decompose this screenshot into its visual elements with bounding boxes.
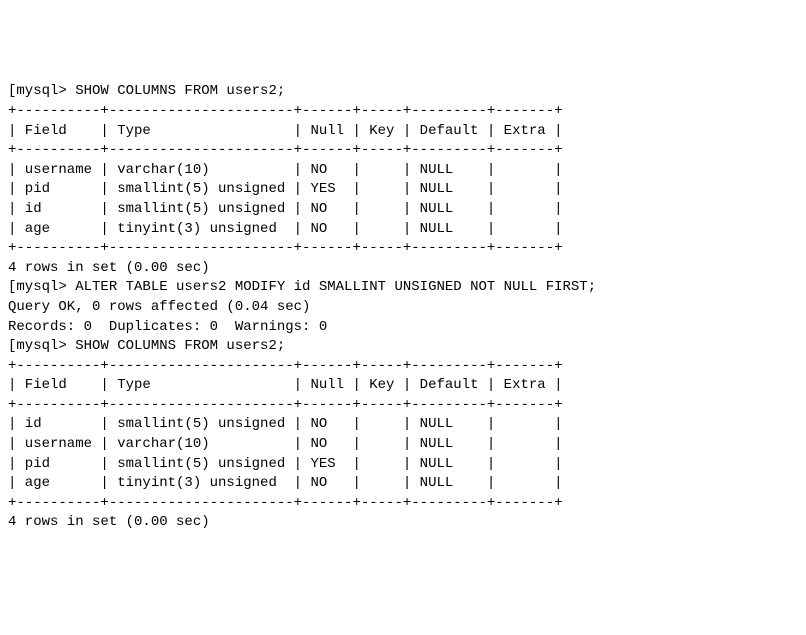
table-row: | pid | smallint(5) unsigned | YES | | N… (8, 180, 798, 200)
table-header: | Field | Type | Null | Key | Default | … (8, 122, 798, 142)
mysql-command: [mysql> SHOW COLUMNS FROM users2; (8, 337, 798, 357)
table-row: | age | tinyint(3) unsigned | NO | | NUL… (8, 220, 798, 240)
table-row: | age | tinyint(3) unsigned | NO | | NUL… (8, 474, 798, 494)
mysql-command: [mysql> ALTER TABLE users2 MODIFY id SMA… (8, 278, 798, 298)
mysql-command: [mysql> SHOW COLUMNS FROM users2; (8, 82, 798, 102)
result-line: Query OK, 0 rows affected (0.04 sec) (8, 298, 798, 318)
table-row: | id | smallint(5) unsigned | NO | | NUL… (8, 200, 798, 220)
table-row: | pid | smallint(5) unsigned | YES | | N… (8, 455, 798, 475)
result-footer: 4 rows in set (0.00 sec) (8, 259, 798, 279)
terminal-output: [mysql> SHOW COLUMNS FROM users2;+------… (8, 82, 798, 533)
table-separator: +----------+----------------------+-----… (8, 357, 798, 377)
table-separator: +----------+----------------------+-----… (8, 239, 798, 259)
table-separator: +----------+----------------------+-----… (8, 102, 798, 122)
table-separator: +----------+----------------------+-----… (8, 396, 798, 416)
result-line: Records: 0 Duplicates: 0 Warnings: 0 (8, 318, 798, 338)
result-footer: 4 rows in set (0.00 sec) (8, 513, 798, 533)
table-separator: +----------+----------------------+-----… (8, 494, 798, 514)
table-row: | username | varchar(10) | NO | | NULL |… (8, 435, 798, 455)
table-header: | Field | Type | Null | Key | Default | … (8, 376, 798, 396)
table-row: | username | varchar(10) | NO | | NULL |… (8, 161, 798, 181)
table-row: | id | smallint(5) unsigned | NO | | NUL… (8, 415, 798, 435)
table-separator: +----------+----------------------+-----… (8, 141, 798, 161)
